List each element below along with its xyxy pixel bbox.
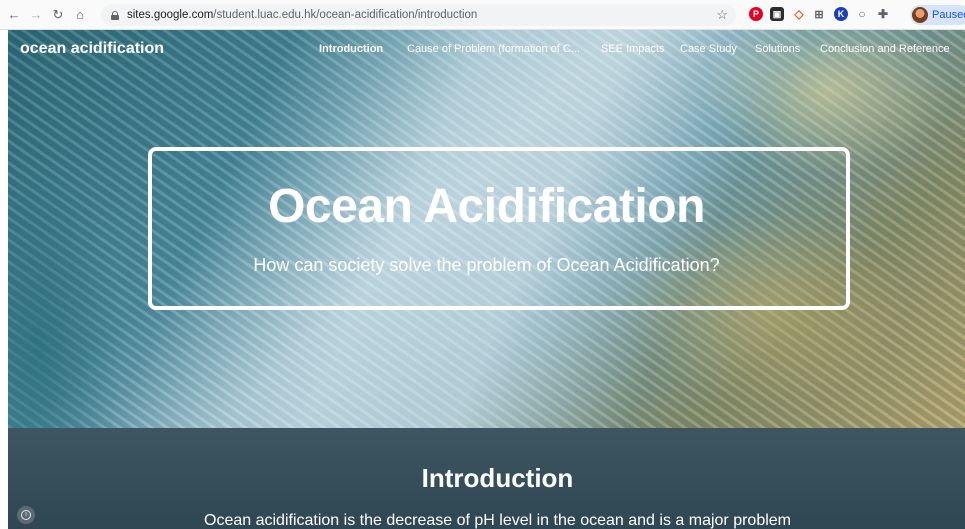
url-host: sites.google.com <box>127 9 214 21</box>
top-navigation: Introduction Cause of Problem (formation… <box>319 43 952 55</box>
reload-icon[interactable]: ↻ <box>50 7 66 23</box>
profile-label: Paused <box>932 9 965 21</box>
intro-heading: Introduction <box>421 463 574 493</box>
puzzle-icon[interactable]: ✚ <box>876 7 890 21</box>
extension-icon[interactable]: ▣ <box>770 7 784 21</box>
grid-icon[interactable]: ⊞ <box>812 7 826 21</box>
extension-icon[interactable]: ○ <box>855 7 869 21</box>
info-icon: i <box>21 510 31 520</box>
intro-section: Introduction Ocean acidification is the … <box>8 428 965 529</box>
browser-toolbar: ← → ↻ ⌂ sites.google.com/student.luac.ed… <box>0 0 965 30</box>
address-bar[interactable]: sites.google.com/student.luac.edu.hk/oce… <box>101 4 736 26</box>
nav-conclusion-and-reference[interactable]: Conclusion and Reference <box>820 43 952 55</box>
intro-text: Ocean acidification is the decrease of p… <box>204 512 791 529</box>
hero-title: Ocean Acidification <box>268 180 705 233</box>
star-icon[interactable]: ☆ <box>716 7 728 23</box>
nav-cause-of-problem[interactable]: Cause of Problem (formation of C... <box>407 43 601 55</box>
profile-button[interactable]: Paused <box>910 5 965 25</box>
nav-see-impacts[interactable]: SEE Impacts <box>601 43 680 55</box>
avatar <box>912 7 928 23</box>
home-icon[interactable]: ⌂ <box>72 7 88 23</box>
extension-icon[interactable]: ◇ <box>792 7 806 21</box>
page: ocean acidification Introduction Cause o… <box>8 30 965 529</box>
nav-case-study[interactable]: Case Study <box>680 43 755 55</box>
lock-icon <box>111 10 119 20</box>
nav-introduction[interactable]: Introduction <box>319 43 407 55</box>
hero-subtitle: How can society solve the problem of Oce… <box>253 255 720 275</box>
back-arrow-icon[interactable]: ← <box>6 7 22 23</box>
site-title[interactable]: ocean acidification <box>20 40 164 58</box>
extension-icon[interactable]: K <box>834 7 848 21</box>
pinterest-icon[interactable]: P <box>749 7 763 21</box>
url-path: /student.luac.edu.hk/ocean-acidification… <box>213 9 478 21</box>
nav-solutions[interactable]: Solutions <box>755 43 820 55</box>
info-button[interactable]: i <box>17 506 35 524</box>
hero-banner: ocean acidification Introduction Cause o… <box>8 30 965 428</box>
forward-arrow-icon[interactable]: → <box>28 7 44 23</box>
